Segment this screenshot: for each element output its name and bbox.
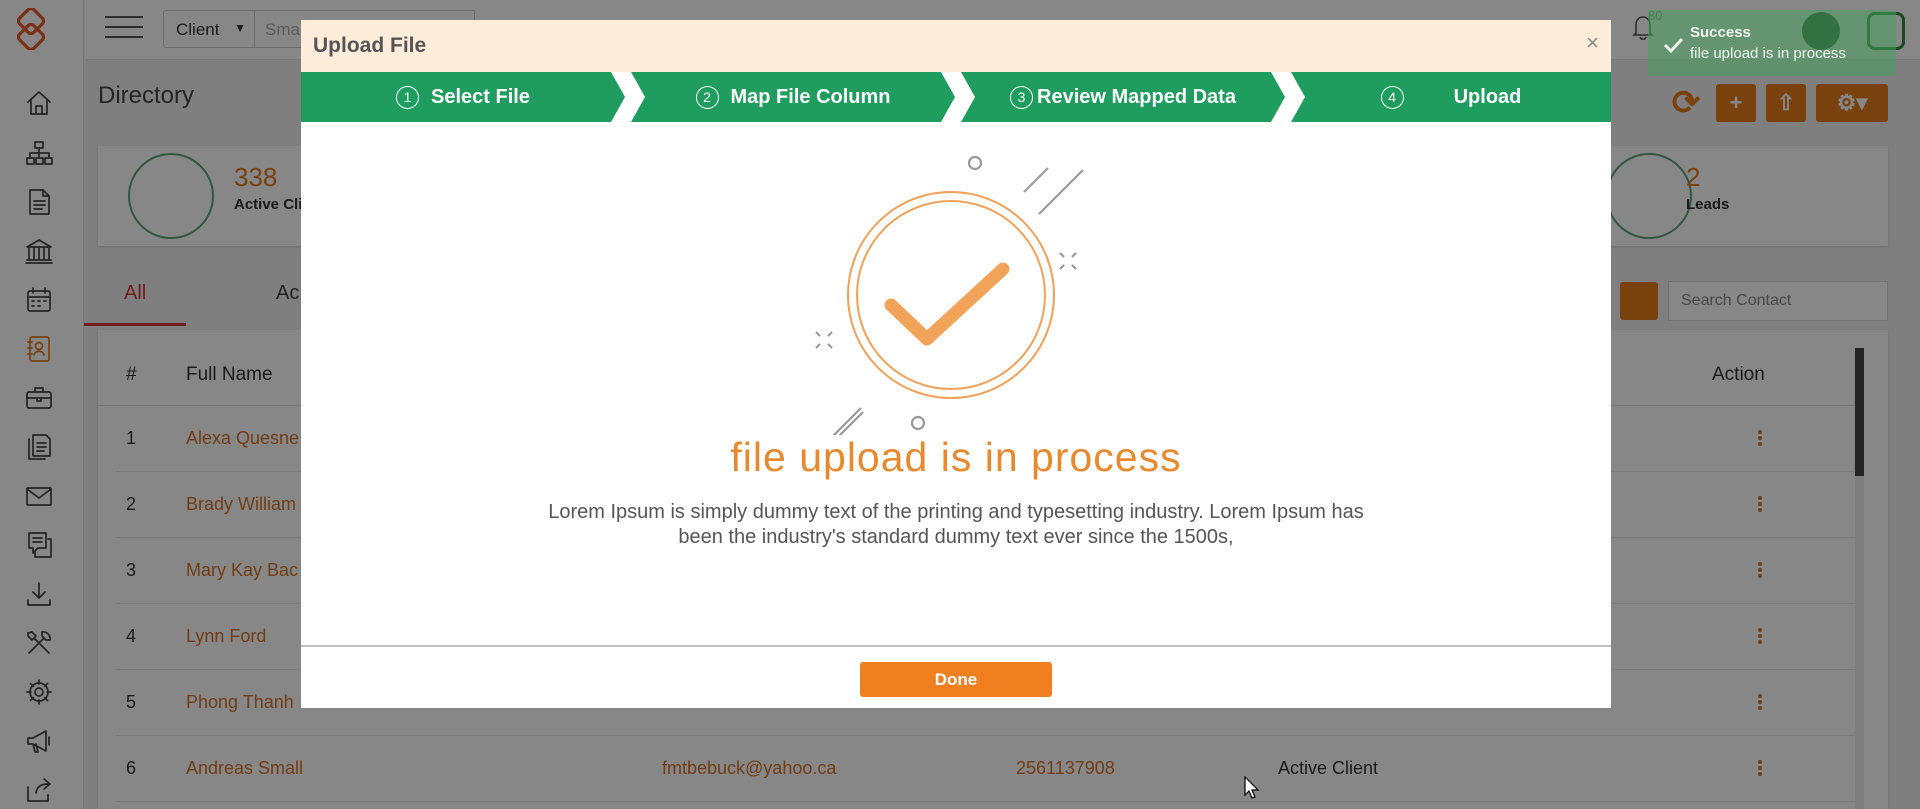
step-label: Map File Column: [730, 85, 891, 108]
done-button[interactable]: Done: [860, 662, 1052, 697]
step-number: 1: [396, 85, 420, 109]
step-number: 4: [1380, 85, 1404, 109]
modal-footer: Done: [301, 645, 1611, 708]
step-label: Review Mapped Data: [1037, 85, 1236, 108]
modal-title: Upload File: [313, 34, 427, 57]
upload-status-heading: file upload is in process: [730, 434, 1182, 480]
step-select-file: 1 Select File: [301, 72, 625, 122]
toast-message: file upload is in process: [1690, 45, 1846, 62]
upload-file-modal: Upload File × 1 Select File 2 Map File C…: [301, 20, 1611, 708]
close-icon[interactable]: ×: [1586, 32, 1599, 54]
step-label: Select File: [431, 85, 530, 108]
step-number: 3: [1010, 85, 1034, 109]
step-map-file-column: 2 Map File Column: [631, 72, 955, 122]
toast-title: Success: [1690, 24, 1751, 41]
step-label: Upload: [1453, 85, 1522, 108]
success-check-illustration: [815, 155, 1084, 435]
modal-header: Upload File ×: [301, 20, 1611, 72]
step-upload: 4 Upload: [1291, 72, 1611, 122]
upload-status-description: Lorem Ipsum is simply dummy text of the …: [548, 501, 1364, 548]
upload-stepper: 1 Select File 2 Map File Column 3 Review…: [301, 72, 1611, 122]
mouse-cursor-icon: [1244, 776, 1260, 799]
check-icon: [1663, 37, 1684, 54]
success-toast[interactable]: Success file upload is in process: [1648, 10, 1896, 76]
step-number: 2: [695, 85, 719, 109]
step-review-mapped-data: 3 Review Mapped Data: [961, 72, 1285, 122]
